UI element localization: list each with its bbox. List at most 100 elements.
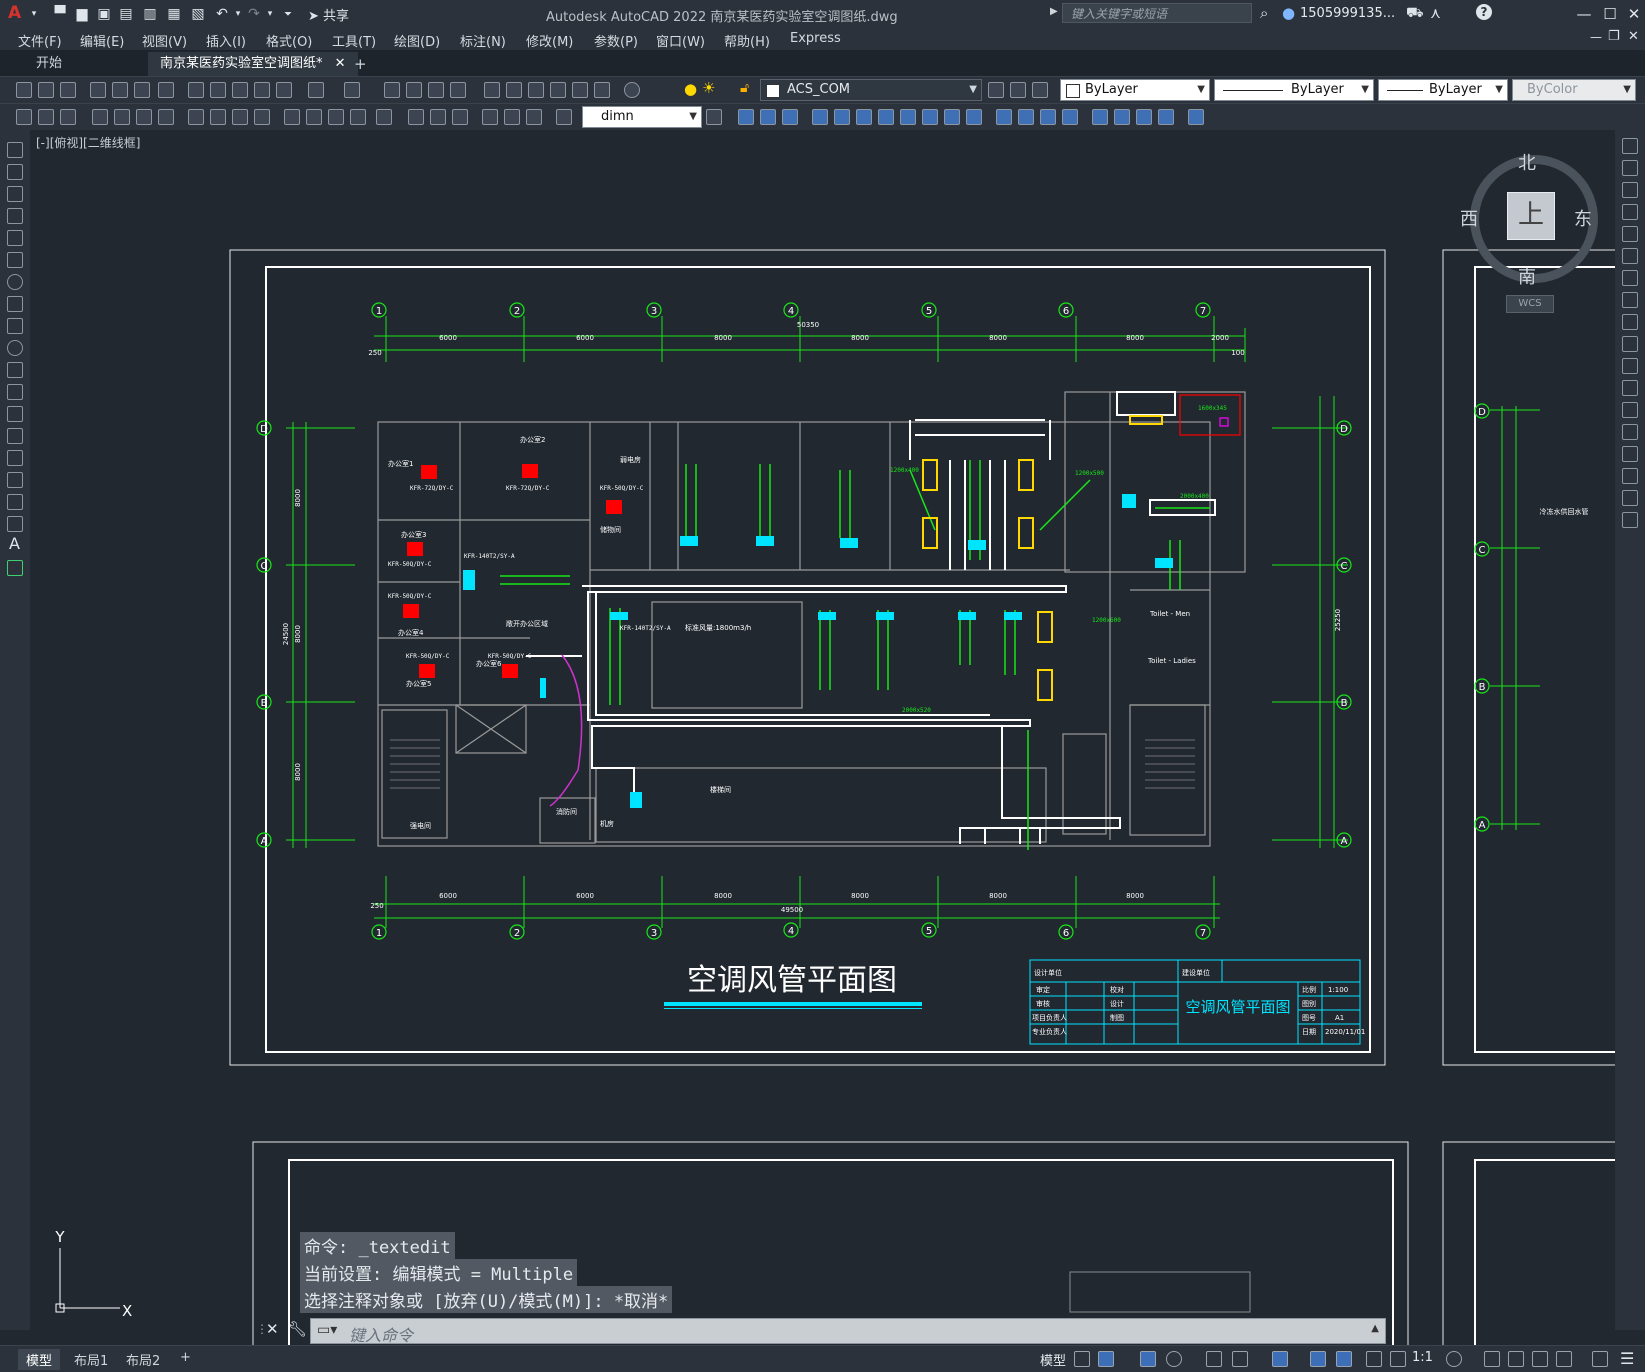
menu-edit[interactable]: 编辑(E) [80,31,124,50]
grid-icon[interactable] [1074,1351,1090,1367]
match-properties-icon[interactable] [254,82,270,98]
dim-angular-icon[interactable] [188,109,204,125]
construction-line-icon[interactable] [7,164,23,180]
dim-reassociate-icon[interactable] [556,109,572,125]
save-as-icon[interactable]: ▤ [116,4,136,24]
spline-icon[interactable] [7,318,23,334]
blend-curves-icon[interactable] [1622,490,1638,506]
dim-ordinate-icon[interactable] [92,109,108,125]
subtract-icon[interactable] [996,109,1012,125]
redo-dropdown-icon[interactable]: ▾ [260,4,280,24]
menu-insert[interactable]: 插入(I) [206,31,246,50]
command-customize-icon[interactable]: 🔧︎ [288,1320,307,1338]
dim-style-manager-icon[interactable] [706,109,722,125]
solid-cone-icon[interactable] [782,109,798,125]
dim-jogged-icon[interactable] [136,109,152,125]
separate-icon[interactable] [1136,109,1152,125]
dim-baseline-icon[interactable] [232,109,248,125]
extrude-icon[interactable] [878,109,894,125]
minimize-button[interactable]: — [1570,3,1598,25]
plot-icon[interactable] [90,82,106,98]
clean-icon[interactable] [1188,109,1204,125]
model-space-toggle[interactable]: 模型 [1040,1350,1066,1369]
line-icon[interactable] [7,142,23,158]
inspection-icon[interactable] [376,109,392,125]
auto-scale-icon[interactable] [1390,1351,1406,1367]
sweep-icon[interactable] [922,109,938,125]
dim-style-icon[interactable] [504,109,520,125]
menu-express[interactable]: Express [790,31,841,46]
dim-text-edit-icon[interactable] [452,109,468,125]
loft-icon[interactable] [944,109,960,125]
menu-parametric[interactable]: 参数(P) [594,31,638,50]
design-center-icon[interactable] [506,82,522,98]
quick-dim-icon[interactable] [210,109,226,125]
command-input[interactable]: ▭▾ 键入命令 ▲ [310,1318,1386,1345]
dim-override-icon[interactable] [526,109,542,125]
interfere-icon[interactable] [1062,109,1078,125]
search-icon[interactable]: ⌕ [1260,4,1268,22]
properties-icon[interactable] [484,82,500,98]
user-account-label[interactable]: 1505999135... [1300,6,1395,21]
move-icon[interactable] [1622,248,1638,264]
viewcube-top-face[interactable]: 上 [1507,192,1555,240]
layer-on-icon[interactable]: ● [684,80,697,98]
dim-edit-icon[interactable] [430,109,446,125]
object-snap-tracking-icon[interactable] [1232,1351,1248,1367]
explode-icon[interactable] [1622,512,1638,528]
menu-modify[interactable]: 修改(M) [526,31,573,50]
print-icon[interactable]: ▧ [188,4,208,24]
layout-tab-1[interactable]: 布局1 [66,1349,116,1370]
publish-icon[interactable] [134,82,150,98]
solid-torus-icon[interactable] [856,109,872,125]
compass-north[interactable]: 北 [1518,149,1536,175]
cart-icon[interactable]: ⛟ [1406,5,1424,23]
compass-west[interactable]: 西 [1460,205,1478,231]
plot-preview-icon[interactable]: ▦ [164,4,184,24]
chamfer-icon[interactable] [1622,446,1638,462]
fillet-icon[interactable] [1622,468,1638,484]
dim-arc-icon[interactable] [60,109,76,125]
array-icon[interactable] [1622,226,1638,242]
drawing-canvas[interactable]: [-][俯视][二维线框] 1 2 3 4 5 6 7 1 2 3 4 5 6 … [30,130,1615,1345]
command-history-toggle-icon[interactable]: ▲ [1371,1323,1379,1334]
zoom-realtime-icon[interactable] [406,82,422,98]
insert-block-icon[interactable] [7,384,23,400]
app-logo-icon[interactable]: A [8,3,21,23]
plotstyle-dropdown[interactable]: ByColor ▼ [1512,79,1636,101]
copy-object-icon[interactable] [1622,160,1638,176]
customize-quick-access-icon[interactable]: ⏷ [278,4,298,24]
layout-tab-model[interactable]: 模型 [18,1349,61,1370]
annotation-monitor-icon[interactable] [1484,1351,1500,1367]
redo-icon[interactable] [344,82,360,98]
dim-radius-icon[interactable] [114,109,130,125]
tolerance-icon[interactable] [328,109,344,125]
multiline-text-icon[interactable]: A [9,534,20,553]
erase-icon[interactable] [1622,138,1638,154]
customize-statusbar-icon[interactable]: ☰ [1620,1349,1634,1368]
intersect-icon[interactable] [1018,109,1034,125]
polar-icon[interactable] [1166,1351,1182,1367]
break-icon[interactable] [1622,402,1638,418]
copy-icon[interactable] [210,82,226,98]
layout-tab-2[interactable]: 布局2 [118,1349,168,1370]
dim-continue-icon[interactable] [254,109,270,125]
fullscreen-icon[interactable] [1592,1351,1608,1367]
tool-palettes-icon[interactable] [528,82,544,98]
menu-tools[interactable]: 工具(T) [332,31,376,50]
solid-box-icon[interactable] [738,109,754,125]
center-mark-icon[interactable] [350,109,366,125]
slice-icon[interactable] [1040,109,1056,125]
pan-icon[interactable] [384,82,400,98]
make-current-layer-icon[interactable] [988,82,1004,98]
help-search-input[interactable]: 键入关键字或短语 [1062,3,1252,23]
dim-linear-icon[interactable] [16,109,32,125]
menu-window[interactable]: 窗口(W) [656,31,705,50]
calculator-icon[interactable] [594,82,610,98]
command-close-icon[interactable]: ✕ [266,1320,279,1338]
offset-icon[interactable] [1622,204,1638,220]
menu-format[interactable]: 格式(O) [266,31,312,50]
jogged-linear-icon[interactable] [408,109,424,125]
autodesk-a360-icon[interactable]: ⋏ [1430,4,1441,22]
new-file-icon[interactable]: ▀ [50,4,70,24]
